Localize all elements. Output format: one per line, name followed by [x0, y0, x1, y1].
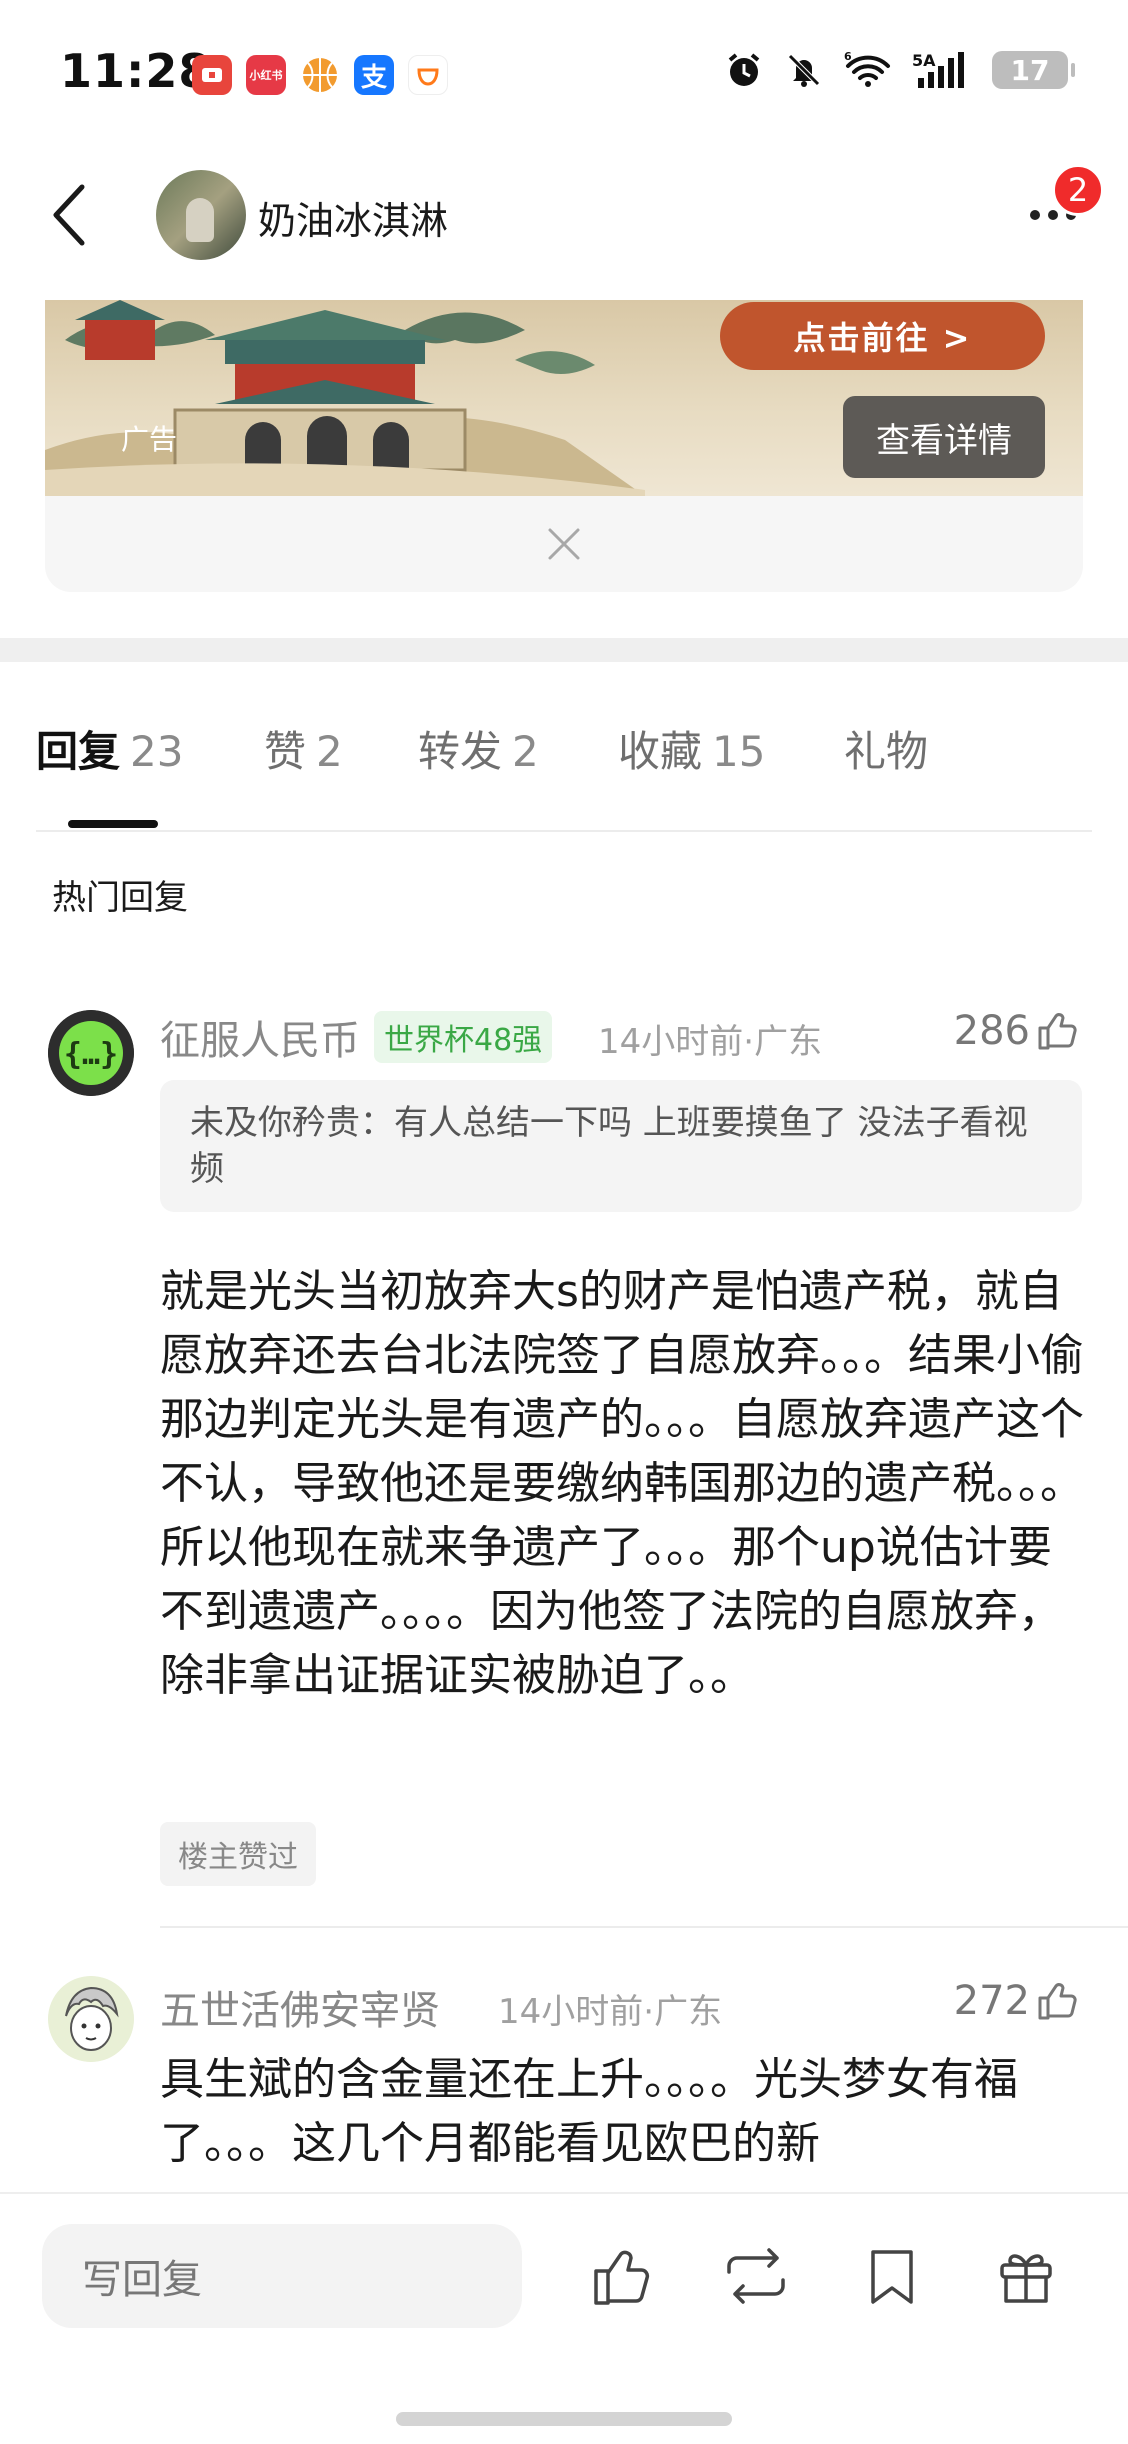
ad-cta-button[interactable]: 点击前往 >: [720, 302, 1045, 370]
tab-label: 礼物: [844, 727, 929, 776]
battery-indicator: 17: [992, 51, 1075, 89]
home-indicator[interactable]: [396, 2412, 732, 2426]
code-braces-avatar-icon: {…}: [48, 1010, 134, 1096]
tab-likes[interactable]: 赞2: [264, 718, 343, 779]
favorite-button[interactable]: [856, 2238, 928, 2314]
comment-like-count: 286: [953, 1008, 1030, 1054]
interaction-tabs: 回复 23 赞2 转发 2 收藏 15 礼物: [0, 662, 1128, 830]
back-button[interactable]: [40, 180, 100, 250]
status-bar: 11:28 小红书 支 6 5A 17: [0, 0, 1128, 150]
tab-count: 2: [512, 727, 539, 776]
thumbs-up-icon: [1038, 1013, 1077, 1050]
author-avatar[interactable]: [156, 170, 246, 260]
mute-icon: [784, 50, 824, 90]
reply-input[interactable]: 写回复: [42, 2224, 522, 2328]
tab-divider: [36, 830, 1092, 832]
tab-count: 15: [712, 727, 766, 776]
gift-button[interactable]: [990, 2238, 1062, 2314]
notification-badge: 2: [1052, 164, 1104, 216]
ad-image[interactable]: 广告 点击前往 > 查看详情: [45, 300, 1083, 496]
comment-divider: [160, 1926, 1128, 1928]
tab-gifts[interactable]: 礼物: [844, 718, 928, 779]
author-liked-tag: 楼主赞过: [160, 1822, 316, 1886]
hot-replies-title: 热门回复: [52, 878, 188, 918]
tab-favorites[interactable]: 收藏 15: [618, 718, 765, 779]
chevron-left-icon: [53, 184, 85, 246]
active-tab-indicator: [68, 820, 158, 828]
video-app-icon: [192, 55, 232, 95]
commenter-name-row: 征服人民币 世界杯48强: [160, 1008, 553, 1066]
tab-label: 收藏: [618, 727, 703, 776]
ad-card[interactable]: 广告 点击前往 > 查看详情: [45, 300, 1083, 592]
ad-close-button[interactable]: [540, 520, 588, 568]
tab-label: 转发: [418, 727, 503, 776]
xiaohongshu-icon: 小红书: [246, 55, 286, 95]
comment-item[interactable]: {…} 征服人民币 世界杯48强 14小时前·广东 286 未及你矜贵：有人总结一…: [0, 1000, 1128, 1900]
comment-like-button[interactable]: 272: [954, 1978, 1078, 2024]
bookmark-icon: [871, 2250, 913, 2304]
like-button[interactable]: [586, 2238, 658, 2314]
commenter-avatar[interactable]: [48, 1976, 134, 2062]
didi-icon: [408, 55, 448, 95]
close-icon: [548, 528, 580, 560]
comment-like-count: 272: [953, 1978, 1030, 2024]
tab-replies[interactable]: 回复 23: [36, 718, 183, 779]
wifi-icon: 6: [844, 50, 892, 90]
xiaohongshu-icon-label: 小红书: [249, 69, 283, 82]
ad-detail-button[interactable]: 查看详情: [843, 396, 1045, 478]
comment-item[interactable]: 五世活佛安宰贤 14小时前·广东 272 具生斌的含金量还在上升。。。。光头梦女…: [0, 1972, 1128, 2192]
thumbs-up-icon: [1038, 1983, 1077, 2020]
author-name[interactable]: 奶油冰淇淋: [258, 190, 448, 245]
wifi-sup-label: 6: [844, 50, 852, 63]
section-divider: [0, 638, 1128, 662]
comment-like-button[interactable]: 286: [954, 1008, 1078, 1054]
svg-text:{…}: {…}: [64, 1037, 118, 1072]
network-type-label: 5A: [912, 51, 936, 70]
quoted-reply[interactable]: 未及你矜贵：有人总结一下吗 上班要摸鱼了 没法子看视频: [160, 1080, 1082, 1212]
tab-count: 23: [130, 727, 184, 776]
commenter-name[interactable]: 征服人民币: [160, 1018, 360, 1064]
thumbs-up-icon: [594, 2250, 650, 2305]
cellular-signal-icon: 5A: [912, 50, 972, 90]
comment-meta: 14小时前·广东: [598, 1022, 823, 1062]
commenter-name[interactable]: 五世活佛安宰贤: [160, 1978, 440, 2036]
comment-text: 就是光头当初放弃大s的财产是怕遗产税，就自愿放弃还去台北法院签了自愿放弃。。。结…: [160, 1266, 1084, 1701]
status-time: 11:28: [60, 44, 212, 98]
page-header: 奶油冰淇淋 2: [0, 150, 1128, 290]
tab-count: 2: [316, 727, 343, 776]
commenter-badge: 世界杯48强: [374, 1011, 553, 1063]
ad-label: 广告: [121, 423, 178, 456]
commenter-avatar[interactable]: {…}: [48, 1010, 134, 1096]
cartoon-face-avatar-icon: [48, 1976, 134, 2062]
repost-button[interactable]: [720, 2238, 792, 2314]
notification-app-icons: 小红书 支: [192, 55, 448, 95]
more-dot-icon: [1048, 210, 1058, 220]
tab-label: 回复: [36, 727, 121, 776]
tab-reposts[interactable]: 转发 2: [418, 718, 539, 779]
bottom-action-bar: 写回复: [0, 2192, 1128, 2444]
alipay-icon: 支: [354, 55, 394, 95]
gift-icon: [1000, 2254, 1052, 2303]
basketball-icon: [300, 55, 340, 95]
alarm-icon: [724, 50, 764, 90]
system-icons: 6 5A 17: [724, 50, 1075, 90]
tab-label: 赞: [264, 727, 307, 776]
repost-icon: [727, 2248, 785, 2304]
comment-meta: 14小时前·广东: [498, 1992, 723, 2032]
more-dot-icon: [1030, 210, 1040, 220]
comment-text: 具生斌的含金量还在上升。。。。光头梦女有福了。。。这几个月都能看见欧巴的新: [160, 2054, 1018, 2169]
